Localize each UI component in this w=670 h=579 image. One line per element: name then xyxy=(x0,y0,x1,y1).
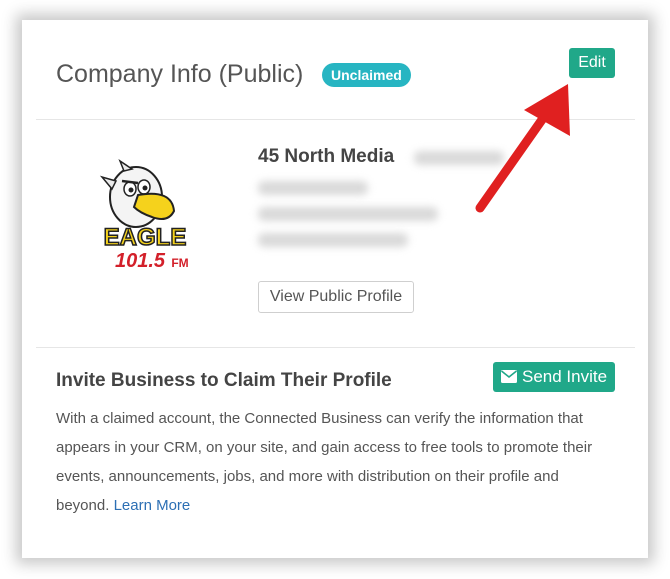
eagle-logo: EAGLE 101.5 FM xyxy=(99,159,189,272)
invite-title: Invite Business to Claim Their Profile xyxy=(56,370,392,391)
invite-description: With a claimed account, the Connected Bu… xyxy=(56,404,616,520)
logo-text-fm: FM xyxy=(171,256,188,270)
learn-more-link[interactable]: Learn More xyxy=(114,497,191,514)
send-invite-label: Send Invite xyxy=(522,367,608,386)
logo-text-freq: 101.5 xyxy=(115,250,166,272)
redacted-text xyxy=(258,233,408,247)
envelope-icon xyxy=(501,370,517,383)
logo-text-main: EAGLE xyxy=(104,224,187,251)
page-title: Company Info (Public) xyxy=(56,60,304,88)
logo-text: EAGLE 101.5 FM xyxy=(103,223,189,272)
company-name: 45 North Media xyxy=(258,146,395,167)
redacted-text xyxy=(258,207,438,221)
send-invite-button[interactable]: Send Invite xyxy=(493,362,615,392)
edit-button[interactable]: Edit xyxy=(569,48,615,78)
status-badge: Unclaimed xyxy=(322,63,411,87)
view-public-profile-button[interactable]: View Public Profile xyxy=(258,281,414,313)
redacted-text xyxy=(258,181,368,195)
red-arrow-annotation xyxy=(475,84,570,213)
